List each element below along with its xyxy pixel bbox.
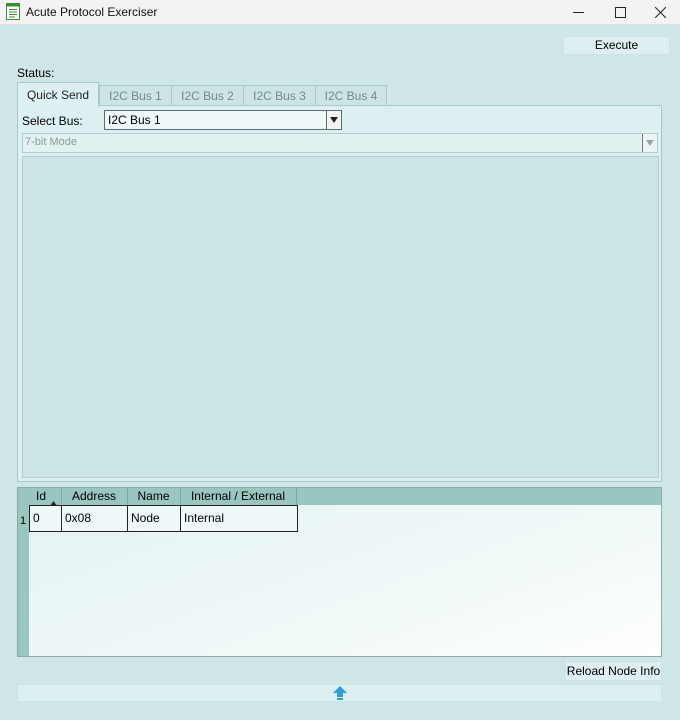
bus-select-value: I2C Bus 1 [108, 113, 161, 127]
mode-select[interactable]: 7-bit Mode [22, 133, 658, 153]
quick-send-panel: Select Bus: I2C Bus 1 7-bit Mode [17, 105, 662, 482]
cell-address[interactable]: 0x08 [62, 506, 128, 531]
up-arrow-icon[interactable] [332, 685, 348, 704]
quick-send-content-area [22, 156, 659, 478]
minimize-icon [572, 7, 584, 18]
chevron-down-icon[interactable] [326, 111, 341, 129]
tab-i2c-bus-2[interactable]: I2C Bus 2 [171, 85, 244, 106]
table-row[interactable]: 0 0x08 Node Internal [29, 505, 298, 532]
tab-i2c-bus-3[interactable]: I2C Bus 3 [243, 85, 316, 106]
tab-i2c-bus-1[interactable]: I2C Bus 1 [99, 85, 172, 106]
status-label: Status: [17, 66, 55, 80]
chevron-down-icon[interactable] [642, 134, 657, 152]
close-icon [654, 6, 666, 18]
bus-select[interactable]: I2C Bus 1 [104, 110, 342, 130]
column-header-internal-external[interactable]: Internal / External [180, 488, 297, 505]
close-button[interactable] [638, 0, 680, 24]
minimize-button[interactable] [556, 0, 600, 24]
column-header-id-label: Id [35, 489, 46, 503]
column-header-id[interactable]: Id [29, 488, 62, 506]
row-header-gutter [18, 488, 29, 656]
node-table[interactable]: Id Address Name Internal / External 1 0 … [17, 487, 662, 657]
column-header-name[interactable]: Name [127, 488, 181, 505]
maximize-button[interactable] [598, 0, 642, 24]
execute-button[interactable]: Execute [563, 36, 670, 55]
select-bus-label: Select Bus: [22, 114, 83, 128]
tab-quick-send[interactable]: Quick Send [17, 82, 99, 107]
cell-internal-external[interactable]: Internal [181, 506, 297, 531]
title-bar: Acute Protocol Exerciser [0, 0, 680, 25]
window-title: Acute Protocol Exerciser [26, 5, 158, 19]
expand-bar[interactable] [17, 684, 662, 702]
column-header-address[interactable]: Address [61, 488, 128, 505]
reload-node-info-button[interactable]: Reload Node Info [565, 661, 662, 681]
cell-id[interactable]: 0 [30, 506, 62, 531]
document-icon [6, 3, 20, 20]
tab-i2c-bus-4[interactable]: I2C Bus 4 [315, 85, 387, 106]
mode-select-value: 7-bit Mode [25, 136, 77, 148]
maximize-icon [614, 6, 626, 18]
cell-name[interactable]: Node [128, 506, 181, 531]
row-number: 1 [20, 515, 27, 527]
